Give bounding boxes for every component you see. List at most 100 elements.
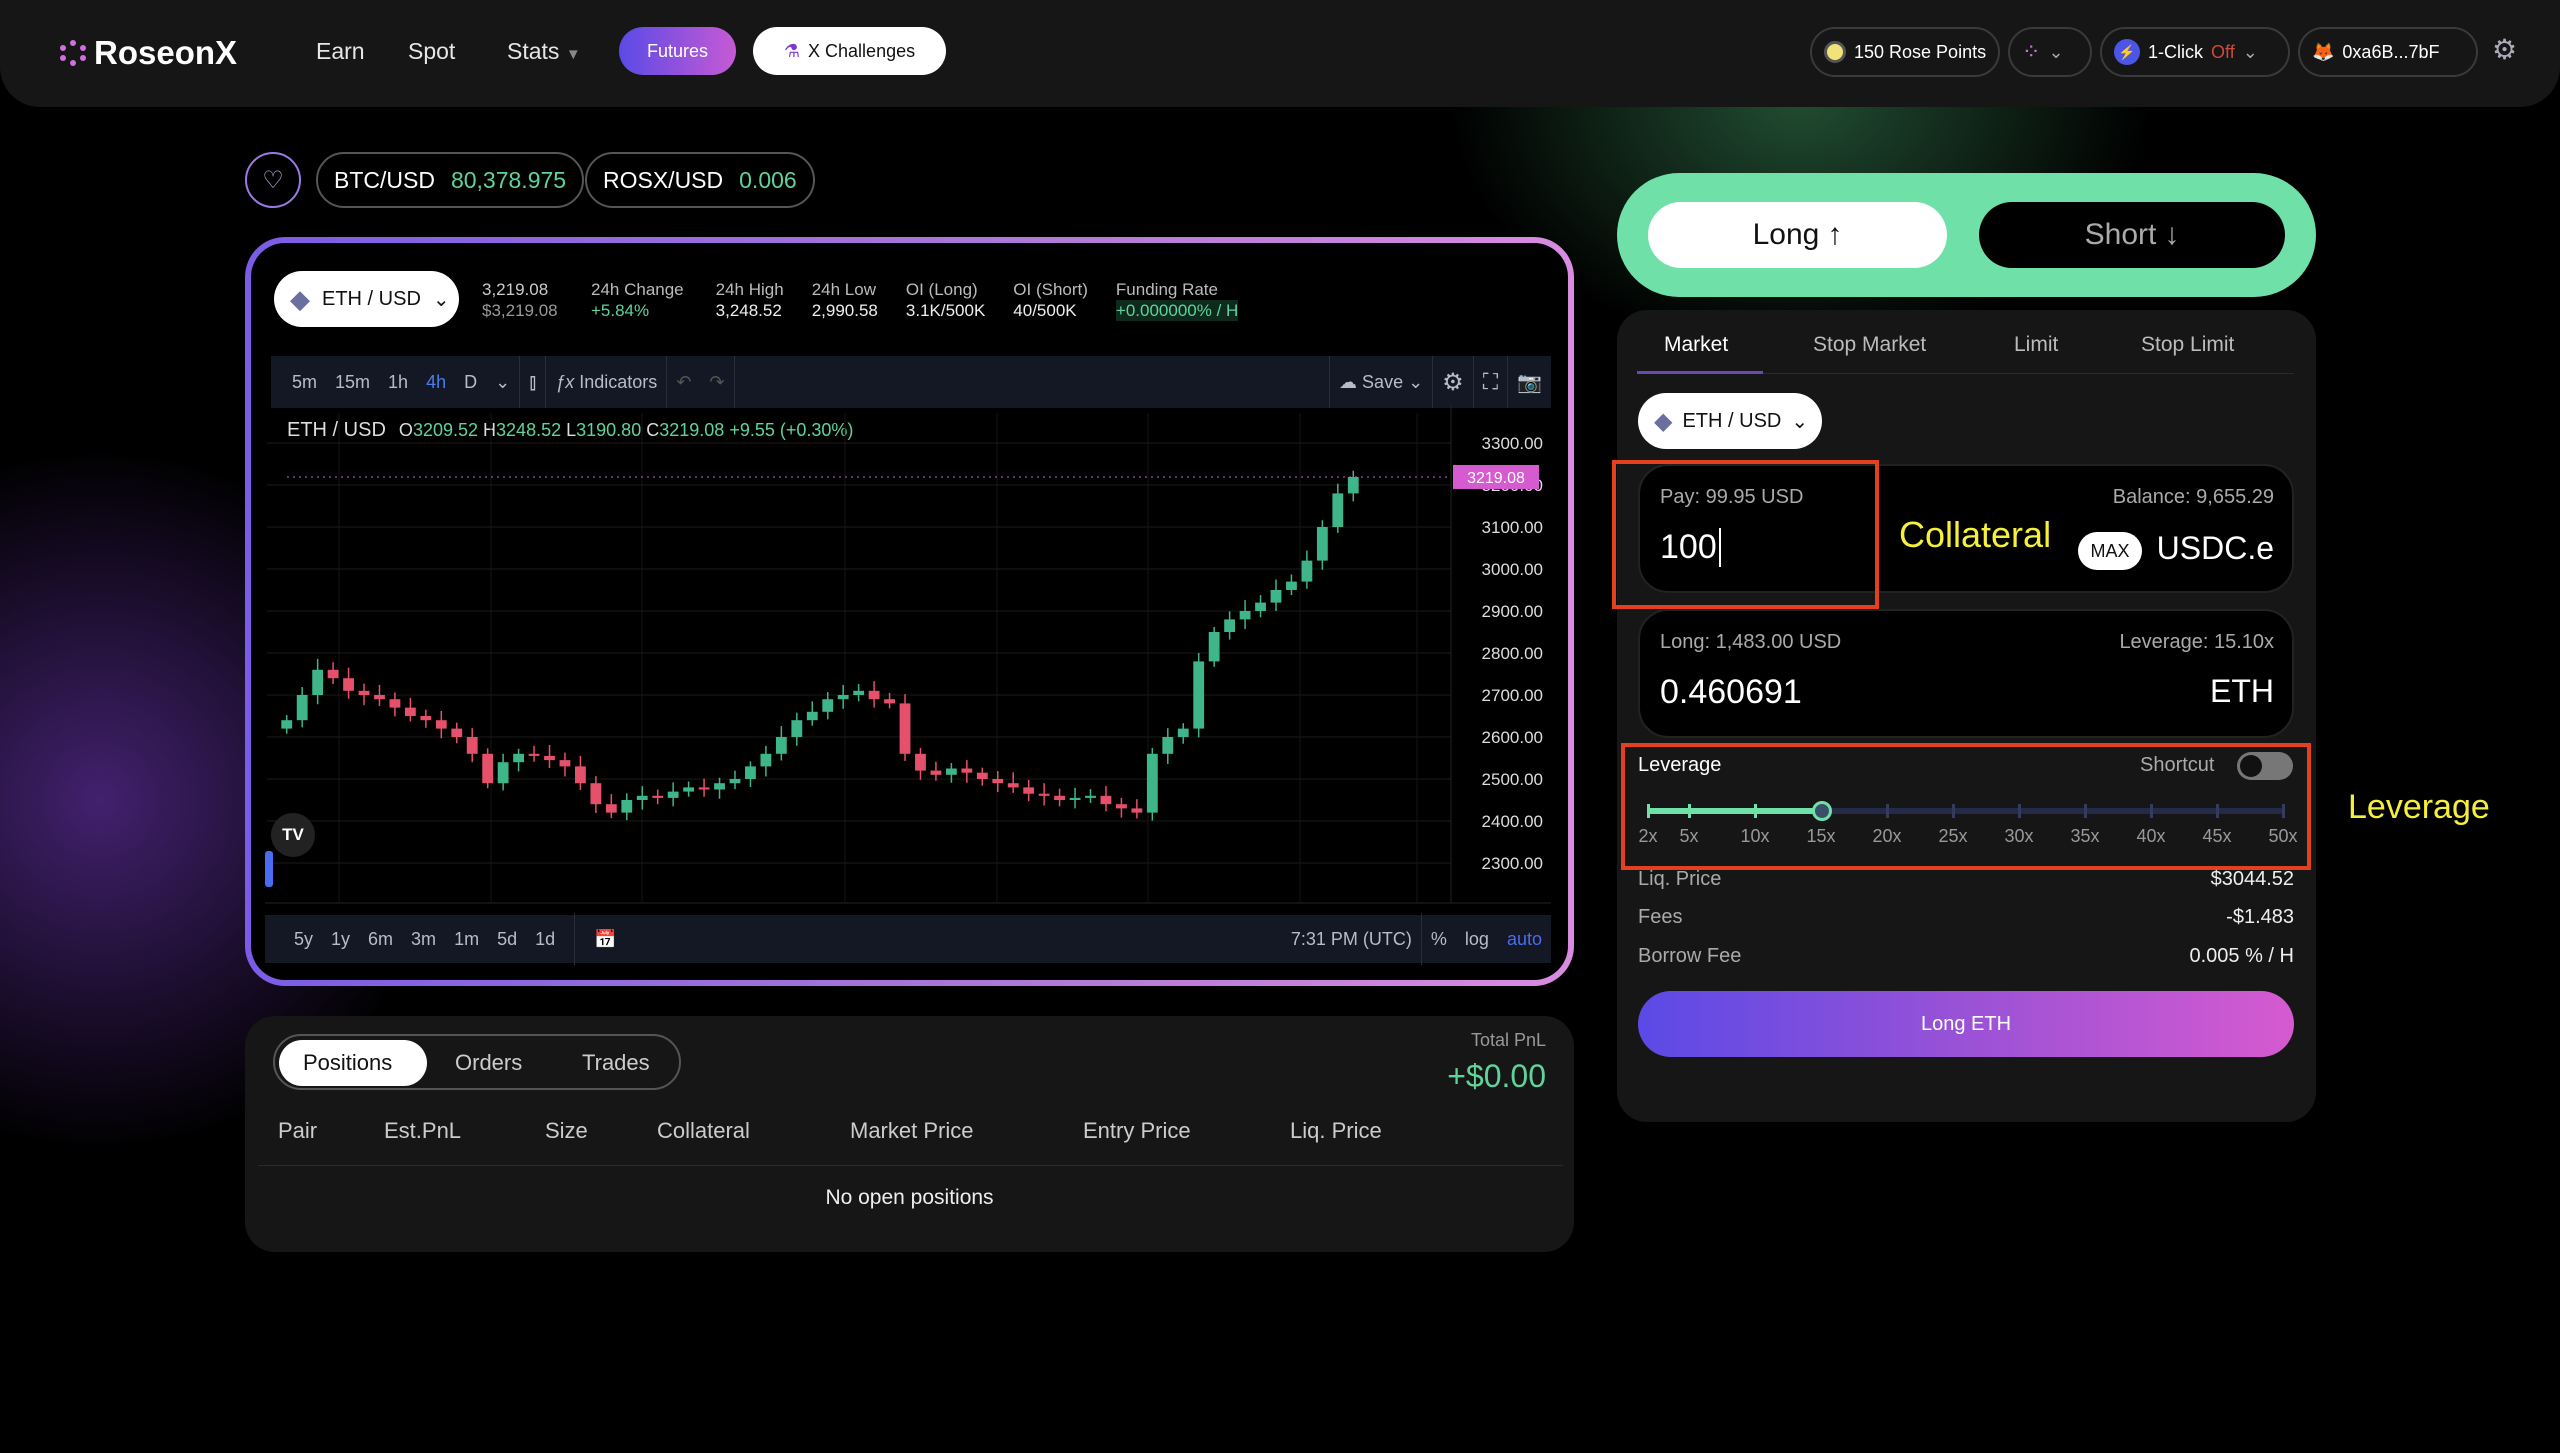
tab-orders[interactable]: Orders <box>455 1050 522 1076</box>
long-size-input[interactable]: 0.460691 <box>1660 673 1802 712</box>
candle-body <box>729 779 741 784</box>
candle-body <box>466 737 478 754</box>
y-tick-label: 2400.00 <box>1482 812 1543 831</box>
short-button[interactable]: Short ↓ <box>1979 202 2285 268</box>
candle-body <box>1131 808 1143 813</box>
candle-body <box>482 753 494 784</box>
panel-handle[interactable] <box>265 851 273 887</box>
x-challenges-button[interactable]: ⚗ X Challenges <box>753 27 946 75</box>
logo-text: RoseonX <box>94 34 238 71</box>
favorite-heart-icon[interactable]: ♡ <box>245 152 301 208</box>
divider <box>258 1165 1563 1166</box>
percent-toggle[interactable]: % <box>1422 929 1456 950</box>
ticker-rosx[interactable]: ROSX/USD 0.006 <box>585 152 815 208</box>
candle-body <box>667 791 679 798</box>
tab-limit[interactable]: Limit <box>2014 333 2058 357</box>
logo[interactable]: RoseonX <box>60 34 237 72</box>
y-tick-label: 2600.00 <box>1482 728 1543 747</box>
candle-body <box>1255 602 1266 611</box>
range-6m[interactable]: 6m <box>359 929 402 950</box>
auto-toggle[interactable]: auto <box>1498 929 1551 950</box>
fees-row: Fees -$1.483 <box>1638 906 2294 929</box>
eth-icon: ◆ <box>1654 407 1673 435</box>
candle-body <box>884 699 895 704</box>
utc-time[interactable]: 7:31 PM (UTC) <box>1282 929 1421 950</box>
row-label: Fees <box>1638 906 1683 928</box>
range-1m[interactable]: 1m <box>445 929 488 950</box>
pay-token[interactable]: USDC.e <box>2157 530 2274 567</box>
max-button[interactable]: MAX <box>2078 532 2142 570</box>
candle-body <box>837 695 849 700</box>
one-click-toggle[interactable]: ⚡ 1-Click Off ⌄ <box>2100 27 2290 77</box>
leverage-highlight <box>1621 743 2311 870</box>
balance-label: Balance: 9,655.29 <box>2112 486 2274 508</box>
order-pair-selector[interactable]: ◆ ETH / USD ⌄ <box>1638 393 1822 449</box>
candle-body <box>1038 793 1050 796</box>
candle-body <box>1116 804 1127 809</box>
candlestick-chart[interactable]: 3300.003200.003100.003000.002900.002800.… <box>251 243 1568 980</box>
candle-body <box>358 690 370 695</box>
goto-date-icon[interactable]: 📅 <box>585 929 625 950</box>
tradingview-logo[interactable]: TV <box>271 813 315 857</box>
candle-body <box>544 755 555 761</box>
y-tick-label: 2300.00 <box>1482 854 1543 873</box>
column-size: Size <box>545 1118 588 1143</box>
candle-body <box>806 711 818 721</box>
range-3m[interactable]: 3m <box>402 929 445 950</box>
long-token: ETH <box>2210 673 2274 709</box>
liq-price-row: Liq. Price $3044.52 <box>1638 868 2294 891</box>
candle-body <box>714 783 725 790</box>
wallet-address: 0xa6B...7bF <box>2342 41 2440 62</box>
long-button[interactable]: Long ↑ <box>1648 202 1947 268</box>
candle-body <box>343 678 354 691</box>
candle-body <box>590 783 602 805</box>
rose-points-pill[interactable]: 150 Rose Points <box>1810 27 2000 77</box>
candle-body <box>899 703 911 754</box>
candle-body <box>1316 527 1328 561</box>
top-nav: RoseonX Earn Spot Stats ▼ Futures ⚗ X Cha… <box>0 0 2560 107</box>
candle-body <box>559 760 571 767</box>
range-5y[interactable]: 5y <box>285 929 322 950</box>
candle-body <box>1332 493 1344 527</box>
points-label: 150 Rose Points <box>1854 41 1987 62</box>
candle-body <box>760 753 772 767</box>
candle-body <box>930 770 942 775</box>
nav-earn[interactable]: Earn <box>316 38 365 65</box>
futures-button[interactable]: Futures <box>619 27 736 75</box>
candle-body <box>1270 590 1282 603</box>
range-1y[interactable]: 1y <box>322 929 359 950</box>
chevron-down-icon: ⌄ <box>2242 41 2258 62</box>
total-pnl-value: +$0.00 <box>1447 1058 1546 1094</box>
network-selector[interactable]: ⁘ ⌄ <box>2008 27 2092 77</box>
tab-market[interactable]: Market <box>1664 333 1728 357</box>
candle-body <box>605 804 617 813</box>
x-challenges-label: X Challenges <box>808 40 916 61</box>
candle-body <box>745 766 756 779</box>
submit-long-button[interactable]: Long ETH <box>1638 991 2294 1057</box>
y-tick-label: 3300.00 <box>1482 434 1543 453</box>
column-market-price: Market Price <box>850 1118 974 1143</box>
collateral-annotation: Collateral <box>1899 514 2052 555</box>
last-price-label: 3219.08 <box>1467 470 1525 487</box>
nav-spot[interactable]: Spot <box>408 38 455 65</box>
candle-body <box>636 795 648 800</box>
candle-body <box>1146 753 1158 813</box>
tab-trades[interactable]: Trades <box>582 1050 650 1076</box>
tab-positions[interactable]: Positions <box>303 1050 392 1076</box>
y-tick-label: 2500.00 <box>1482 770 1543 789</box>
wallet-button[interactable]: 🦊 0xa6B...7bF <box>2298 27 2478 77</box>
gear-icon[interactable]: ⚙ <box>2492 34 2517 66</box>
pair-label: ETH / USD <box>1682 409 1782 432</box>
log-toggle[interactable]: log <box>1456 929 1498 950</box>
active-tab-indicator <box>1637 371 1763 374</box>
tab-stop-limit[interactable]: Stop Limit <box>2141 333 2234 357</box>
nav-stats[interactable]: Stats ▼ <box>507 38 581 65</box>
range-1d[interactable]: 1d <box>526 929 564 950</box>
range-5d[interactable]: 5d <box>488 929 526 950</box>
candle-body <box>1239 611 1251 620</box>
tab-stop-market[interactable]: Stop Market <box>1813 333 1926 357</box>
column-collateral: Collateral <box>657 1118 750 1143</box>
ticker-btc[interactable]: BTC/USD 80,378.975 <box>316 152 585 208</box>
candle-body <box>1301 560 1313 582</box>
flask-icon: ⚗ <box>783 40 801 61</box>
